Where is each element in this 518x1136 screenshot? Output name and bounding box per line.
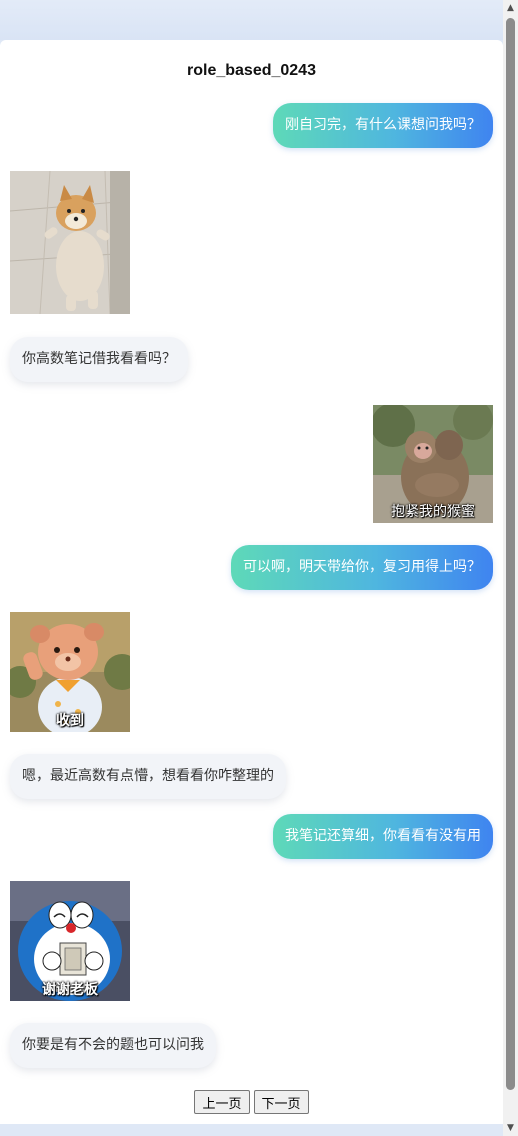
scroll-up-arrow-icon[interactable]: ▲ (503, 0, 518, 16)
message-bubble-left: 嗯，最近高数有点懵，想看看你咋整理的 (10, 754, 286, 799)
next-page-button[interactable]: 下一页 (253, 1090, 309, 1114)
scroll-down-arrow-icon[interactable]: ▼ (503, 1120, 518, 1136)
sticker-caption: 收到 (56, 713, 84, 729)
chat-page: role_based_0243 刚自习完，有什么课想问我吗？ 你高数笔记借我看看… (0, 40, 503, 1124)
top-band (0, 0, 503, 40)
bear-costume-sticker: 收到 (10, 612, 130, 732)
scrollbar-thumb[interactable] (506, 18, 515, 1090)
monkeys-hugging-sticker: 抱紧我的猴蜜 (373, 405, 493, 523)
message-bubble-right: 刚自习完，有什么课想问我吗？ (273, 103, 493, 148)
shiba-dog-sticker (10, 171, 130, 314)
message-bubble-right: 可以啊，明天带给你，复习用得上吗？ (231, 545, 493, 590)
message-bubble-left: 你要是有不会的题也可以问我 (10, 1023, 216, 1068)
message-bubble-left: 你高数笔记借我看看吗？ (10, 337, 188, 382)
sticker-caption: 抱紧我的猴蜜 (391, 504, 475, 520)
doraemon-sticker: 谢谢老板 (10, 881, 130, 1001)
vertical-scrollbar[interactable]: ▲ ▼ (503, 0, 518, 1136)
message-bubble-right: 我笔记还算细，你看看有没有用 (273, 814, 493, 859)
sticker-caption: 谢谢老板 (42, 982, 98, 998)
page-title: role_based_0243 (187, 62, 316, 79)
bottom-band (0, 1124, 503, 1136)
prev-page-button[interactable]: 上一页 (194, 1090, 250, 1114)
pagination: 上一页 下一页 (0, 1090, 503, 1114)
